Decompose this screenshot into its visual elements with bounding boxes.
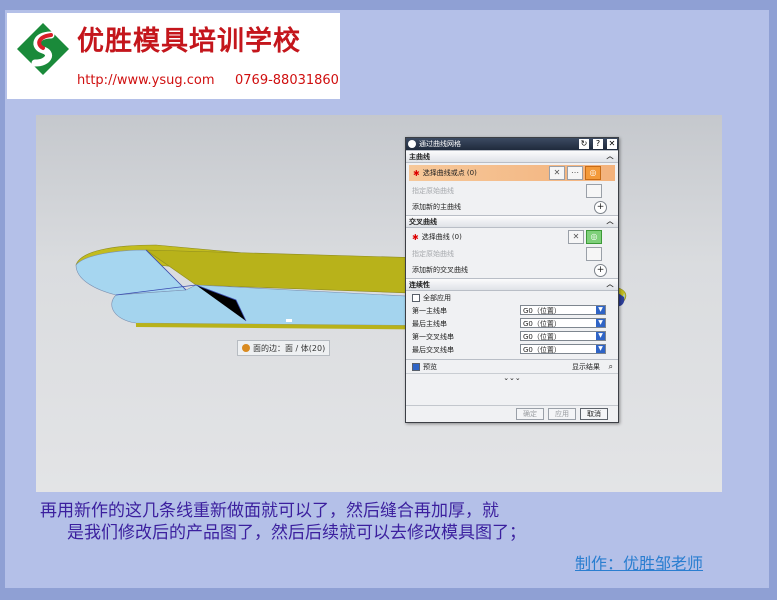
dialog-titlebar[interactable]: 通过曲线网格 ↻ ? ✕ bbox=[406, 138, 618, 150]
school-phone: 0769-88031860 bbox=[235, 73, 339, 88]
cad-model-graphic bbox=[75, 244, 627, 331]
specify-origin-curve-row: 指定原始曲线 bbox=[406, 183, 618, 199]
apply-button[interactable]: 应用 bbox=[548, 408, 576, 420]
continuity-select-value: G0（位置） bbox=[523, 333, 561, 341]
select-cross-curve-label: 选择曲线 (0) bbox=[421, 233, 462, 241]
specify-origin-curve-label: 指定原始曲线 bbox=[412, 187, 454, 195]
dropdown-arrow-icon[interactable]: ▼ bbox=[596, 306, 605, 314]
dropdown-arrow-icon[interactable]: ▼ bbox=[596, 319, 605, 327]
gear-icon[interactable] bbox=[408, 140, 416, 148]
cross-curves-title: 交叉曲线 bbox=[409, 217, 437, 226]
add-cross-curve-row[interactable]: 添加新的交叉曲线 + bbox=[406, 262, 618, 278]
continuity-row-label: 第一主线串 bbox=[412, 306, 447, 315]
reset-button[interactable]: ↻ bbox=[579, 139, 589, 149]
continuity-title: 连续性 bbox=[409, 280, 430, 289]
caption-line-1: 再用新作的这几条线重新做面就可以了，然后缝合再加厚，就 bbox=[40, 501, 499, 521]
required-star-icon: ✱ bbox=[413, 168, 420, 178]
specify-cross-origin-row: 指定原始曲线 bbox=[406, 246, 618, 262]
continuity-select[interactable]: G0（位置） ▼ bbox=[520, 331, 606, 341]
curve-select-icon[interactable]: ◎ bbox=[585, 166, 601, 180]
add-cross-curve-button[interactable]: + bbox=[594, 263, 607, 277]
continuity-select-value: G0（位置） bbox=[523, 346, 561, 354]
help-button[interactable]: ? bbox=[593, 139, 603, 149]
face-edge-tooltip: 面的边：面 / 体(20) bbox=[237, 340, 331, 356]
continuity-row-label: 最后主线串 bbox=[412, 319, 447, 328]
continuity-select[interactable]: G0（位置） ▼ bbox=[520, 305, 606, 315]
select-cross-curve-row[interactable]: ✱ 选择曲线 (0) ✕ ◎ bbox=[406, 228, 618, 246]
continuity-row-label: 最后交叉线串 bbox=[412, 345, 454, 354]
continuity-select[interactable]: G0（位置） ▼ bbox=[520, 344, 606, 354]
primary-curves-title: 主曲线 bbox=[409, 152, 430, 161]
caption-line-2: 是我们修改后的产品图了，然后后续就可以去修改模具图了； bbox=[67, 523, 526, 543]
add-primary-curve-row[interactable]: 添加新的主曲线 + bbox=[406, 199, 618, 215]
deselect-icon[interactable]: ✕ bbox=[549, 166, 565, 180]
add-primary-curve-label: 添加新的主曲线 bbox=[412, 203, 461, 211]
apply-all-label: 全部应用 bbox=[423, 293, 451, 302]
dialog-title: 通过曲线网格 bbox=[419, 140, 461, 148]
dialog-button-bar: 确定 应用 取消 bbox=[406, 405, 618, 422]
add-primary-curve-button[interactable]: + bbox=[594, 200, 607, 214]
continuity-row: 最后交叉线串 G0（位置） ▼ bbox=[406, 343, 618, 356]
collapse-chevron-icon[interactable]: ︿ bbox=[605, 151, 615, 161]
continuity-select[interactable]: G0（位置） ▼ bbox=[520, 318, 606, 328]
select-primary-curve-row[interactable]: ✱ 选择曲线或点 (0) ✕ ⋯ ◎ bbox=[409, 165, 615, 181]
preview-label: 预览 bbox=[423, 362, 437, 371]
collapse-chevron-icon[interactable]: ︿ bbox=[605, 216, 615, 226]
magnifier-icon[interactable]: ⌕ bbox=[609, 362, 613, 372]
select-primary-curve-label: 选择曲线或点 (0) bbox=[422, 169, 477, 177]
continuity-select-value: G0（位置） bbox=[523, 307, 561, 315]
deselect-icon[interactable]: ✕ bbox=[568, 230, 584, 244]
specify-cross-origin-label: 指定原始曲线 bbox=[412, 250, 454, 258]
school-logo-banner: 优胜模具培训学校 http://www.ysug.com 0769-880318… bbox=[7, 13, 340, 99]
continuity-row: 最后主线串 G0（位置） ▼ bbox=[406, 317, 618, 330]
apply-all-checkbox[interactable] bbox=[412, 293, 420, 302]
continuity-row-label: 第一交叉线串 bbox=[412, 332, 454, 341]
face-edge-text: 面的边：面 / 体(20) bbox=[253, 343, 326, 353]
add-cross-curve-label: 添加新的交叉曲线 bbox=[412, 266, 468, 274]
school-url[interactable]: http://www.ysug.com bbox=[77, 73, 215, 88]
required-star-icon: ✱ bbox=[412, 232, 419, 242]
author-credit[interactable]: 制作：优胜邹老师 bbox=[575, 550, 703, 574]
dropdown-arrow-icon[interactable]: ▼ bbox=[596, 332, 605, 340]
ok-button[interactable]: 确定 bbox=[516, 408, 544, 420]
face-icon bbox=[242, 344, 250, 352]
apply-all-row[interactable]: 全部应用 bbox=[406, 291, 618, 304]
school-name: 优胜模具培训学校 bbox=[77, 26, 301, 57]
curve-select-icon[interactable]: ◎ bbox=[586, 230, 602, 244]
continuity-row: 第一交叉线串 G0（位置） ▼ bbox=[406, 330, 618, 343]
preview-checkbox[interactable] bbox=[412, 362, 420, 371]
more-options-chevron-icon[interactable]: ⌄⌄⌄ bbox=[406, 373, 618, 383]
through-curve-mesh-dialog: 通过曲线网格 ↻ ? ✕ 主曲线 ︿ ✱ 选择曲线或点 (0) ✕ ⋯ ◎ 指定… bbox=[405, 137, 619, 423]
show-result-label[interactable]: 显示结果 bbox=[572, 362, 600, 372]
continuity-header[interactable]: 连续性 ︿ bbox=[406, 278, 618, 291]
close-button[interactable]: ✕ bbox=[607, 139, 617, 149]
dropdown-arrow-icon[interactable]: ▼ bbox=[596, 345, 605, 353]
origin-curve-icon bbox=[586, 247, 602, 261]
primary-curves-header[interactable]: 主曲线 ︿ bbox=[406, 150, 618, 163]
continuity-row: 第一主线串 G0（位置） ▼ bbox=[406, 304, 618, 317]
origin-curve-icon bbox=[586, 184, 602, 198]
cross-curves-header[interactable]: 交叉曲线 ︿ bbox=[406, 215, 618, 228]
continuity-select-value: G0（位置） bbox=[523, 320, 561, 328]
logo-mark-icon bbox=[17, 23, 69, 75]
preview-row: 预览 显示结果 ⌕ bbox=[406, 359, 618, 373]
slide-caption: 再用新作的这几条线重新做面就可以了，然后缝合再加厚，就 是我们修改后的产品图了，… bbox=[40, 500, 526, 544]
collapse-chevron-icon[interactable]: ︿ bbox=[605, 279, 615, 289]
cancel-button[interactable]: 取消 bbox=[580, 408, 608, 420]
point-dialog-icon[interactable]: ⋯ bbox=[567, 166, 583, 180]
